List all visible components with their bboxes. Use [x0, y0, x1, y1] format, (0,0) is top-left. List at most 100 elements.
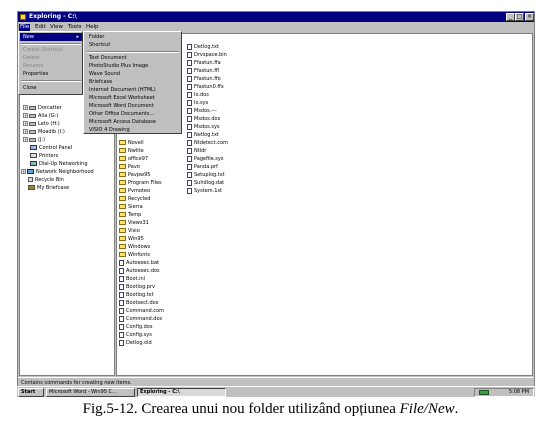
tree-item-drive[interactable]: + Alia (G:): [23, 112, 58, 120]
file-item[interactable]: Suhdlog.dat: [187, 179, 224, 187]
menu-item-rename[interactable]: Rename: [20, 62, 82, 70]
taskbar-button-exploring[interactable]: Exploring - C:\: [137, 388, 226, 397]
file-item[interactable]: Netlog.txt: [187, 131, 219, 139]
folder-item[interactable]: Views31: [119, 219, 149, 227]
file-item[interactable]: Io.dos: [187, 91, 209, 99]
expand-toggle[interactable]: +: [23, 113, 28, 118]
new-item-wave-sound[interactable]: Wave Sound: [86, 70, 181, 78]
folder-item[interactable]: Pavo: [119, 163, 140, 171]
tree-item-drive[interactable]: + (J:): [23, 136, 45, 144]
new-item-access-database[interactable]: Microsoft Access Database: [86, 118, 181, 126]
file-item[interactable]: Drvspace.bin: [187, 51, 227, 59]
expand-toggle[interactable]: +: [23, 137, 28, 142]
item-label: Setuplog.txt: [194, 172, 225, 178]
tree-item-control-panel[interactable]: Control Panel: [30, 144, 72, 152]
folder-item[interactable]: Visio: [119, 227, 140, 235]
file-item[interactable]: Boot.ini: [119, 275, 145, 283]
file-item[interactable]: Ntldr: [187, 147, 206, 155]
tree-item-recycle-bin[interactable]: Recycle Bin: [28, 176, 64, 184]
file-item[interactable]: Detlog.txt: [187, 43, 219, 51]
new-item-shortcut[interactable]: Shortcut: [86, 41, 181, 49]
new-item-html-document[interactable]: Internet Document (HTML): [86, 86, 181, 94]
file-item[interactable]: Command.com: [119, 307, 164, 315]
file-item[interactable]: Command.dos: [119, 315, 162, 323]
file-item[interactable]: Config.sys: [119, 331, 152, 339]
file-item[interactable]: Msdos.dos: [187, 115, 220, 123]
folder-item[interactable]: Recycled: [119, 195, 150, 203]
folder-item[interactable]: Sierra: [119, 203, 143, 211]
menu-item-delete[interactable]: Delete: [20, 54, 82, 62]
file-item[interactable]: Ffastun.ffo: [187, 75, 221, 83]
folder-item[interactable]: office97: [119, 155, 148, 163]
new-item-folder[interactable]: Folder: [86, 33, 181, 41]
folder-item[interactable]: Novell: [119, 139, 144, 147]
menu-tools[interactable]: Tools: [67, 24, 83, 31]
tree-item-network[interactable]: + Network Neighborhood: [21, 168, 94, 176]
expand-toggle[interactable]: +: [23, 129, 28, 134]
taskbar-button-word[interactable]: Microsoft Word - Win95 C...: [46, 388, 135, 397]
file-item[interactable]: Bootlog.txt: [119, 291, 154, 299]
file-item[interactable]: Pagefile.sys: [187, 155, 223, 163]
file-item[interactable]: Bootsect.dos: [119, 299, 158, 307]
menu-view[interactable]: View: [49, 24, 64, 31]
close-button[interactable]: ×: [525, 13, 534, 21]
file-icon: [119, 331, 124, 338]
file-icon: [119, 323, 124, 330]
menu-item-close[interactable]: Close: [20, 84, 82, 92]
folder-item[interactable]: Windows: [119, 243, 150, 251]
tree-item-printers[interactable]: Printers: [30, 152, 58, 160]
expand-toggle[interactable]: +: [23, 105, 28, 110]
file-item[interactable]: Detlog.old: [119, 339, 152, 347]
file-item[interactable]: Config.dos: [119, 323, 152, 331]
new-item-briefcase[interactable]: Briefcase: [86, 78, 181, 86]
tree-item-dialup[interactable]: Dial-Up Networking: [30, 160, 88, 168]
item-label: Windows: [128, 244, 151, 250]
folder-item[interactable]: Pvmoteo: [119, 187, 150, 195]
minimize-button[interactable]: _: [506, 13, 515, 21]
file-item[interactable]: Ffastun.ffl: [187, 67, 219, 75]
menu-help[interactable]: Help: [85, 24, 100, 31]
menu-item-create-shortcut[interactable]: Create Shortcut: [20, 46, 82, 54]
file-item[interactable]: Ntdetect.com: [187, 139, 228, 147]
tree-item-drive[interactable]: + Dorcatter: [23, 104, 62, 112]
file-item[interactable]: Autoexec.dos: [119, 267, 160, 275]
menu-item-properties[interactable]: Properties: [20, 70, 82, 78]
expand-toggle[interactable]: +: [21, 169, 26, 174]
new-item-word-document[interactable]: Microsoft Word Document: [86, 102, 181, 110]
file-item[interactable]: Ffastun.ffa: [187, 59, 221, 67]
item-label: Panda.prf: [194, 164, 218, 170]
folder-item[interactable]: Win95: [119, 235, 144, 243]
folder-item[interactable]: Nwlite: [119, 147, 144, 155]
folder-item[interactable]: Winfonts: [119, 251, 150, 259]
file-item[interactable]: Msdos.---: [187, 107, 217, 115]
file-item[interactable]: Ffastun0.ffx: [187, 83, 224, 91]
new-item-other-office[interactable]: Other Office Documents...: [86, 110, 181, 118]
title-bar[interactable]: Exploring - C:\ _ □ ×: [18, 12, 534, 22]
menu-edit[interactable]: Edit: [34, 24, 47, 31]
file-item[interactable]: System.1st: [187, 187, 222, 195]
file-item[interactable]: Io.sys: [187, 99, 208, 107]
file-item[interactable]: Panda.prf: [187, 163, 218, 171]
start-button[interactable]: Start: [18, 388, 44, 397]
tree-item-drive[interactable]: + Leto (H:): [23, 120, 60, 128]
menu-file[interactable]: File: [19, 24, 31, 31]
folder-item[interactable]: Temp: [119, 211, 141, 219]
new-item-excel-worksheet[interactable]: Microsoft Excel Worksheet: [86, 94, 181, 102]
new-item-text-document[interactable]: Text Document: [86, 54, 181, 62]
new-item-photostudio-image[interactable]: PhotoStudio Plus Image: [86, 62, 181, 70]
maximize-button[interactable]: □: [515, 13, 524, 21]
file-item[interactable]: Msdos.sys: [187, 123, 220, 131]
file-item[interactable]: Setuplog.txt: [187, 171, 225, 179]
item-label: Recycled: [128, 196, 151, 202]
folder-item[interactable]: Pavpw95: [119, 171, 150, 179]
expand-toggle[interactable]: +: [23, 121, 28, 126]
item-label: Pagefile.sys: [194, 156, 224, 162]
tray-icon[interactable]: [479, 390, 489, 395]
file-item[interactable]: Autoexec.bat: [119, 259, 159, 267]
tree-item-briefcase[interactable]: My Briefcase: [28, 184, 69, 192]
file-item[interactable]: Bootlog.prv: [119, 283, 155, 291]
new-item-visio-drawing[interactable]: VISIO 4 Drawing: [86, 126, 181, 134]
menu-item-new[interactable]: New ▸: [20, 33, 82, 41]
folder-item[interactable]: Program Files: [119, 179, 162, 187]
tree-item-drive[interactable]: + Moadib (I:): [23, 128, 65, 136]
